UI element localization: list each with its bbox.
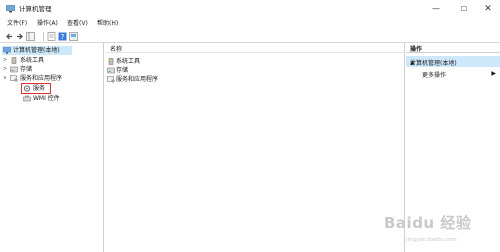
list-item[interactable]: 系统工具: [107, 57, 187, 66]
expand-icon[interactable]: >: [3, 65, 7, 74]
services-applications-icon: [107, 76, 115, 83]
tree-label: 系统工具: [20, 57, 45, 64]
content-pane: 名称 系统工具 存储 服务和应用程序: [105, 43, 405, 252]
list-item-label: 服务和应用程序: [116, 76, 159, 83]
help-icon[interactable]: ?: [58, 32, 67, 41]
computer-management-icon: [6, 5, 15, 13]
expand-icon[interactable]: >: [3, 56, 7, 65]
tree-label: 服务和应用程序: [20, 75, 63, 82]
baidu-jingyan-watermark: Baidu 经验 jingyan.baidu.com: [384, 204, 496, 250]
tree-item-system-tools[interactable]: > 系统工具: [2, 56, 72, 65]
collapse-icon[interactable]: ∨: [3, 74, 7, 83]
toolbar: ?: [0, 30, 500, 43]
close-button[interactable]: ✕: [476, 2, 500, 16]
tree-item-storage[interactable]: > 存储: [2, 65, 72, 74]
storage-icon: [107, 67, 115, 74]
submenu-arrow-icon[interactable]: ▶: [491, 70, 496, 77]
toolbar-separator: [43, 32, 44, 41]
more-actions-link[interactable]: 更多操作: [422, 70, 446, 79]
navigation-tree: 计算机管理(本地) > 系统工具 > 存储 ∨ 服务和应用程序 服务 WMI 控…: [0, 43, 104, 252]
collapse-up-icon[interactable]: ▲: [410, 58, 496, 67]
storage-icon: [10, 66, 18, 73]
system-tools-icon: [108, 58, 114, 65]
menu-view[interactable]: 查看(V): [67, 20, 88, 28]
window-title: 计算机管理: [19, 5, 52, 13]
minimize-button[interactable]: —: [424, 2, 448, 16]
name-column-header[interactable]: 名称: [105, 43, 405, 53]
back-arrow-icon[interactable]: [5, 32, 14, 41]
actions-header-label: 操作: [410, 46, 423, 53]
actions-section-computer-management[interactable]: 计算机管理(本地) ▲: [406, 56, 500, 67]
watermark-text: Baidu 经验: [384, 214, 472, 232]
forward-arrow-icon[interactable]: [15, 32, 24, 41]
menu-help[interactable]: 帮助(H): [97, 20, 118, 28]
wmi-control-icon: [23, 95, 31, 102]
tree-root-label: 计算机管理(本地): [13, 47, 60, 54]
properties-icon[interactable]: [47, 32, 56, 41]
column-header-label: 名称: [110, 46, 123, 53]
tree-item-wmi-control[interactable]: WMI 控件: [15, 94, 75, 103]
menu-action[interactable]: 操作(A): [37, 20, 58, 28]
console-icon[interactable]: [69, 32, 78, 41]
tree-label: 存储: [20, 66, 33, 73]
tree-item-services-and-applications[interactable]: ∨ 服务和应用程序: [2, 74, 92, 83]
actions-header: 操作: [406, 43, 500, 53]
maximize-button[interactable]: ☐: [452, 2, 476, 16]
svg-text:?: ?: [61, 33, 65, 41]
menu-bar: 文件(F) 操作(A) 查看(V) 帮助(H): [0, 18, 500, 30]
services-highlight-box: [21, 83, 51, 94]
services-applications-icon: [10, 75, 18, 82]
list-item-label: 存储: [116, 67, 129, 74]
watermark-url: jingyan.baidu.com: [406, 237, 457, 243]
show-hide-tree-icon[interactable]: [26, 32, 35, 41]
list-item[interactable]: 存储: [107, 66, 187, 75]
menu-file[interactable]: 文件(F): [7, 20, 27, 28]
system-tools-icon: [11, 57, 17, 64]
tree-label: WMI 控件: [33, 95, 60, 102]
list-item-label: 系统工具: [116, 58, 141, 65]
tree-root[interactable]: 计算机管理(本地): [2, 46, 72, 55]
title-bar: 计算机管理 — ☐ ✕: [0, 0, 500, 18]
computer-icon: [3, 47, 11, 54]
list-item[interactable]: 服务和应用程序: [107, 75, 197, 84]
